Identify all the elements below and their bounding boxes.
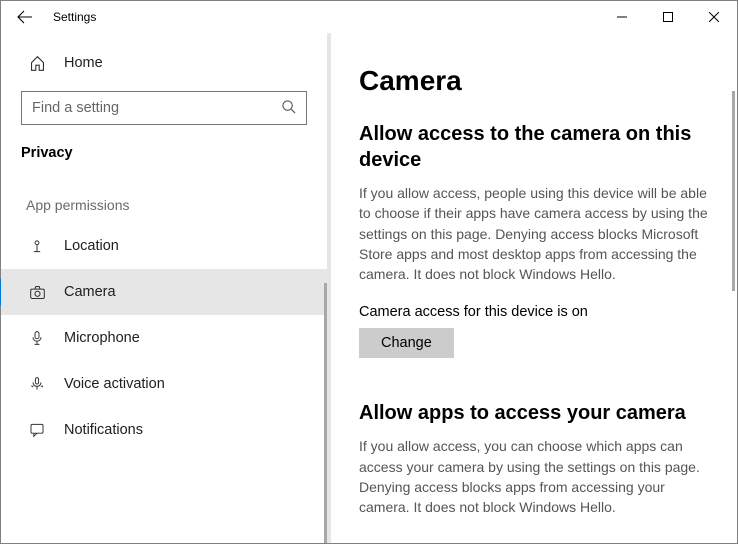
sidebar-item-label: Voice activation	[64, 376, 165, 392]
change-button[interactable]: Change	[359, 328, 454, 358]
device-access-status: Camera access for this device is on	[359, 304, 709, 320]
section-body: If you allow access, people using this d…	[359, 183, 709, 284]
sidebar-item-camera[interactable]: Camera	[1, 269, 327, 315]
sidebar-home[interactable]: Home	[1, 43, 327, 83]
content-pane: Camera Allow access to the camera on thi…	[331, 33, 737, 543]
sidebar-home-label: Home	[64, 55, 103, 71]
sidebar-item-label: Camera	[64, 284, 116, 300]
voice-icon	[26, 376, 48, 392]
sidebar-item-label: Microphone	[64, 330, 140, 346]
sidebar-item-label: Location	[64, 238, 119, 254]
maximize-button[interactable]	[645, 1, 691, 33]
sidebar-item-location[interactable]: Location	[1, 223, 327, 269]
content-scrollbar[interactable]	[732, 91, 735, 291]
location-icon	[26, 238, 48, 254]
title-bar: Settings	[1, 1, 737, 33]
sidebar-item-label: Notifications	[64, 422, 143, 438]
arrow-left-icon	[17, 9, 33, 25]
sidebar-item-voice-activation[interactable]: Voice activation	[1, 361, 327, 407]
section-heading: Allow apps to access your camera	[359, 400, 699, 426]
maximize-icon	[663, 12, 673, 22]
window-title: Settings	[53, 10, 96, 24]
minimize-button[interactable]	[599, 1, 645, 33]
close-icon	[709, 12, 719, 22]
section-heading: Allow access to the camera on this devic…	[359, 121, 699, 173]
sidebar-scrollbar[interactable]	[324, 283, 327, 543]
page-title: Camera	[359, 65, 709, 97]
search-icon	[281, 99, 296, 118]
microphone-icon	[26, 330, 48, 346]
sidebar-group-label: App permissions	[1, 167, 327, 223]
section-body: If you allow access, you can choose whic…	[359, 436, 709, 517]
notifications-icon	[26, 422, 48, 438]
sidebar-category: Privacy	[1, 135, 327, 167]
sidebar-item-notifications[interactable]: Notifications	[1, 407, 327, 453]
sidebar-item-microphone[interactable]: Microphone	[1, 315, 327, 361]
back-button[interactable]	[9, 1, 41, 33]
search-input[interactable]	[21, 91, 307, 125]
minimize-icon	[617, 12, 627, 22]
close-button[interactable]	[691, 1, 737, 33]
home-icon	[26, 55, 48, 72]
sidebar: Home Privacy App permissions Location Ca…	[1, 33, 331, 543]
camera-icon	[26, 284, 48, 301]
search-field[interactable]	[32, 100, 281, 116]
